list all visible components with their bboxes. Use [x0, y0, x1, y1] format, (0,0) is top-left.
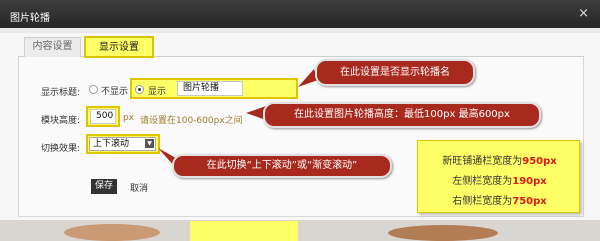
save-button[interactable]: 保存	[91, 179, 117, 194]
note-line-2: 左侧栏宽度为190px	[452, 176, 547, 187]
width-note: 新旺铺通栏宽度为950px 左侧栏宽度为190px 右侧栏宽度为750px	[417, 140, 580, 213]
cancel-button[interactable]: 取消	[130, 181, 148, 194]
note-line-3: 右侧栏宽度为750px	[452, 196, 547, 207]
callout-height-tip: 在此设置图片轮播高度：最低100px 最高600px	[263, 102, 541, 128]
callout-title-tip: 在此设置是否显示轮播名	[315, 59, 475, 86]
callout-effect-tip: 在此切换“上下滚动”或“渐变滚动”	[172, 154, 392, 178]
background-highlight	[190, 221, 298, 241]
background-decoration	[64, 224, 160, 241]
note-line-1: 新旺铺通栏宽度为950px	[442, 156, 557, 167]
background-decoration	[388, 225, 498, 241]
